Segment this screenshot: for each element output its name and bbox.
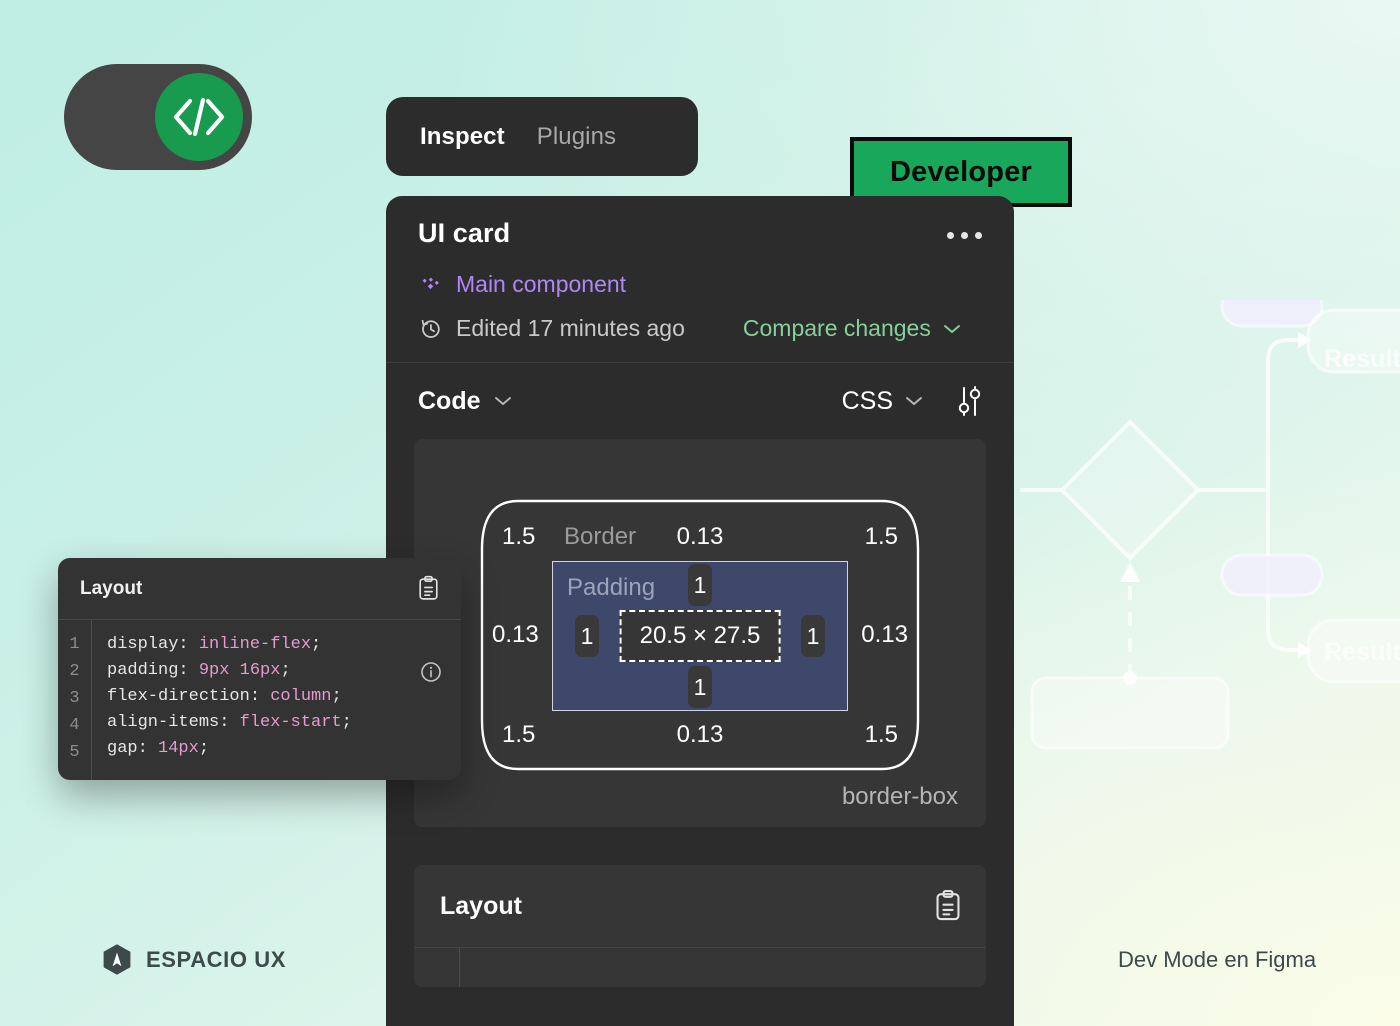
language-dropdown[interactable]: CSS: [842, 387, 924, 416]
layout-code-card-header: Layout: [58, 558, 461, 619]
code-line: padding: 9px 16px;: [107, 658, 461, 684]
code-dropdown-label: Code: [418, 386, 481, 415]
history-clock-icon: [421, 319, 440, 338]
code-prop: padding:: [107, 661, 199, 680]
layout-code-card-title: Layout: [80, 577, 143, 599]
border-top-value: 0.13: [676, 523, 724, 550]
border-right-value: 0.13: [861, 621, 908, 648]
footer-caption: Dev Mode en Figma: [1118, 947, 1317, 972]
code-line: flex-direction: column;: [107, 684, 461, 710]
line-number: 1: [69, 635, 80, 654]
box-model-card: Border 1.5 1.5 1.5 1.5 0.13 0.13 0.13 0.…: [414, 439, 986, 827]
layout-code-card-body: 1 2 3 4 5 display: inline-flex; padding:…: [58, 619, 461, 780]
main-component-row[interactable]: Main component: [418, 271, 982, 298]
flow-label-2: Resultado: [1324, 638, 1400, 666]
hexagon-pin-icon: [103, 944, 131, 975]
dot: [961, 232, 968, 239]
code-dropdown[interactable]: Code: [418, 387, 513, 416]
flowchart-svg: [1020, 300, 1400, 750]
sliders-icon[interactable]: [954, 385, 984, 417]
line-number-gutter: 1 2 3 4 5: [58, 620, 92, 780]
code-prop: flex-direction:: [107, 687, 271, 706]
layout-section-header: Layout: [414, 865, 986, 947]
layout-section-title: Layout: [440, 891, 522, 920]
line-number: 4: [69, 716, 80, 735]
component-diamond-icon: [422, 277, 439, 290]
padding-left-value: 1: [575, 615, 599, 657]
code-line: gap: 14px;: [107, 736, 461, 762]
clipboard-icon[interactable]: [416, 575, 441, 602]
layout-section-code: [414, 947, 986, 987]
line-number: 2: [69, 662, 80, 681]
code-prop: gap:: [107, 739, 159, 758]
brand-logo: ESPACIO UX: [102, 943, 286, 976]
dev-mode-toggle[interactable]: [64, 64, 252, 170]
tab-bar: Inspect Plugins: [386, 97, 698, 176]
screenshot-root: Resultado Resultado Inspect Plugins Deve…: [0, 0, 1400, 1026]
code-value: 9px 16px: [198, 661, 281, 680]
panel-header: UI card Main component Edited 17 minutes…: [386, 196, 1014, 362]
padding-label: Padding: [567, 574, 656, 601]
compare-changes-button[interactable]: Compare changes: [743, 315, 962, 342]
flow-label-1: Resultado: [1324, 345, 1400, 373]
code-line: display: inline-flex;: [107, 632, 461, 658]
chevron-down-icon: [494, 397, 511, 405]
dot: [947, 232, 954, 239]
layout-section: Layout: [414, 865, 986, 987]
code-value: column: [270, 687, 332, 706]
code-value: inline-flex: [198, 635, 312, 654]
tab-plugins[interactable]: Plugins: [537, 123, 616, 151]
inspect-panel: UI card Main component Edited 17 minutes…: [386, 196, 1014, 1026]
layout-code-gutter: [414, 948, 460, 987]
tab-inspect[interactable]: Inspect: [420, 123, 505, 151]
padding-bottom-value: 1: [688, 666, 712, 708]
compare-changes-label: Compare changes: [742, 315, 931, 341]
code-value: 14px: [158, 739, 199, 758]
edit-status-row: Edited 17 minutes ago Compare changes: [418, 315, 982, 342]
info-icon[interactable]: [419, 660, 443, 684]
chevron-down-icon: [943, 324, 960, 333]
page-title: UI card: [418, 218, 511, 248]
chevron-down-icon: [906, 397, 922, 405]
toggle-knob[interactable]: [155, 73, 243, 161]
dot: [975, 232, 982, 239]
content-size-value: 20.5 × 27.5: [619, 610, 781, 662]
line-number: 5: [69, 743, 80, 762]
code-end: ;: [198, 739, 210, 758]
box-sizing-label: border-box: [841, 783, 958, 810]
main-component-label: Main component: [456, 271, 627, 297]
clipboard-icon[interactable]: [932, 889, 964, 923]
code-value: flex-start: [239, 713, 342, 732]
code-prop: align-items:: [107, 713, 240, 732]
edited-label: Edited 17 minutes ago: [456, 315, 685, 341]
code-end: ;: [341, 713, 352, 732]
code-prop: display:: [107, 635, 199, 654]
code-toolbar: Code CSS: [386, 363, 1014, 439]
code-brackets-icon: [173, 97, 225, 137]
code-lines[interactable]: display: inline-flex; padding: 9px 16px;…: [92, 620, 461, 780]
border-bottom-value: 0.13: [676, 721, 724, 748]
code-end: ;: [311, 635, 322, 654]
layout-code-card: Layout 1 2 3 4 5 display: inline-flex; p…: [58, 558, 461, 780]
border-left-value: 0.13: [492, 621, 539, 648]
padding-right-value: 1: [801, 615, 825, 657]
brand-name: ESPACIO UX: [146, 946, 287, 972]
padding-box: Padding 1 1 1 1 20.5 × 27.5: [552, 561, 848, 711]
code-end: ;: [331, 687, 342, 706]
overflow-menu-button[interactable]: [947, 218, 982, 239]
line-number: 3: [69, 689, 80, 708]
developer-badge-label: Developer: [889, 155, 1033, 188]
code-end: ;: [280, 661, 291, 680]
code-line: align-items: flex-start;: [107, 710, 461, 736]
language-dropdown-label: CSS: [841, 386, 893, 415]
box-model-diagram: Border 1.5 1.5 1.5 1.5 0.13 0.13 0.13 0.…: [480, 499, 920, 771]
padding-top-value: 1: [688, 564, 712, 606]
